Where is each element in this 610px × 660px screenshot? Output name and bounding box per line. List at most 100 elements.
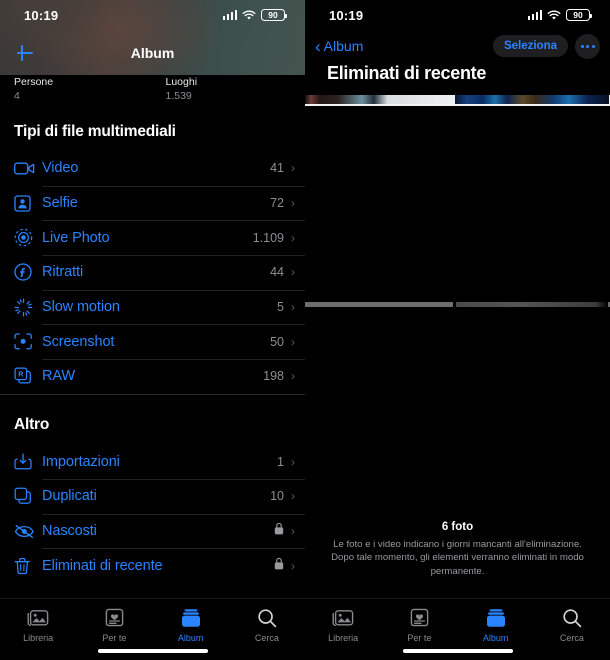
- cellular-bars-icon: [222, 10, 237, 20]
- chevron-left-icon: ‹: [315, 36, 321, 56]
- footer-description: Le foto e i video indicano i giorni manc…: [331, 538, 584, 577]
- tab-per-te[interactable]: Per te: [76, 606, 152, 643]
- section-header-media-types: Tipi di file multimediali: [14, 123, 176, 140]
- chevron-right-icon: ›: [291, 524, 295, 539]
- back-label: Album: [323, 38, 364, 54]
- photo-library-icon: [332, 606, 354, 629]
- select-button[interactable]: Seleziona: [492, 35, 568, 57]
- tab-album[interactable]: Album: [153, 606, 229, 643]
- photo-thumbnail[interactable]: [305, 95, 455, 104]
- chevron-right-icon: ›: [291, 265, 295, 280]
- chevron-right-icon: ›: [291, 489, 295, 504]
- tab-label: Libreria: [328, 633, 359, 643]
- video-camera-icon: [14, 157, 40, 179]
- album-count: 198: [263, 369, 284, 384]
- album-label: Ritratti: [42, 264, 84, 281]
- person-portrait-icon: [14, 192, 40, 214]
- tab-label: Album: [177, 633, 204, 643]
- battery-icon: 90: [261, 9, 287, 21]
- tab-album[interactable]: Album: [458, 606, 534, 643]
- tab-label: Per te: [102, 633, 127, 643]
- wifi-icon: [547, 10, 561, 20]
- cellular-bars-icon: [527, 10, 542, 20]
- home-indicator[interactable]: [402, 648, 513, 653]
- home-indicator[interactable]: [97, 648, 208, 653]
- photo-thumbnail[interactable]: [455, 95, 609, 104]
- album-count: 5: [277, 300, 284, 315]
- chevron-right-icon: ›: [291, 300, 295, 315]
- tab-bar: Libreria Per te Album Cerca: [305, 598, 610, 660]
- tab-cerca[interactable]: Cerca: [229, 606, 305, 643]
- chevron-right-icon: ›: [291, 334, 295, 349]
- battery-icon: 90: [566, 9, 592, 21]
- tab-bar: Libreria Per te Album Cerca: [0, 598, 305, 660]
- battery-level: 90: [573, 10, 583, 20]
- tab-label: Libreria: [23, 633, 54, 643]
- album-row-duplicati[interactable]: Duplicati 10 ›: [0, 479, 305, 514]
- quick-album-luoghi[interactable]: Luoghi 1.539: [166, 75, 306, 109]
- raw-icon: R: [14, 365, 40, 387]
- tab-label: Album: [482, 633, 509, 643]
- screenshot-icon: [14, 331, 40, 353]
- recently-deleted-footer: 6 foto Le foto e i video indicano i gior…: [305, 521, 610, 579]
- chevron-right-icon: ›: [291, 558, 295, 573]
- album-label: Slow motion: [42, 299, 120, 316]
- album-row-selfie[interactable]: Selfie 72 ›: [0, 185, 305, 221]
- album-count: 1.109: [252, 230, 284, 245]
- separator-segment: [305, 302, 453, 307]
- tab-libreria[interactable]: Libreria: [305, 606, 381, 643]
- album-row-eliminati-di-recente[interactable]: Eliminati di recente ›: [0, 548, 305, 583]
- chevron-right-icon: ›: [291, 196, 295, 211]
- album-row-live-photo[interactable]: Live Photo 1.109 ›: [0, 220, 305, 255]
- tab-label: Cerca: [559, 633, 584, 643]
- tab-cerca[interactable]: Cerca: [534, 606, 610, 643]
- left-screen-albums: 10:19 90 Album Persone 4 Luoghi 1.539 Ti…: [0, 0, 305, 660]
- album-row-video[interactable]: Video 41 ›: [0, 151, 305, 186]
- tab-per-te[interactable]: Per te: [381, 606, 457, 643]
- status-bar-indicators: 90: [527, 9, 592, 21]
- plus-icon[interactable]: [14, 42, 36, 64]
- album-row-slow-motion[interactable]: Slow motion 5 ›: [0, 289, 305, 325]
- section-header-altro: Altro: [14, 416, 50, 434]
- album-label: Screenshot: [42, 333, 115, 350]
- status-bar-time: 10:19: [329, 7, 364, 23]
- lock-icon: [274, 522, 284, 540]
- photo-count: 6 foto: [441, 520, 474, 533]
- quick-albums-strip: Persone 4 Luoghi 1.539: [0, 75, 305, 109]
- album-label: Selfie: [42, 195, 78, 212]
- for-you-icon: [105, 606, 124, 629]
- wifi-icon: [242, 10, 256, 20]
- quick-album-persone[interactable]: Persone 4: [14, 75, 154, 109]
- album-label: Eliminati di recente: [42, 557, 163, 574]
- trash-icon: [14, 555, 40, 577]
- dual-screenshot-container: 10:19 90 Album Persone 4 Luoghi 1.539 Ti…: [0, 0, 610, 660]
- tab-libreria[interactable]: Libreria: [0, 606, 76, 643]
- album-count: 41: [270, 161, 284, 176]
- back-button[interactable]: ‹ Album: [315, 38, 363, 55]
- album-row-screenshot[interactable]: Screenshot 50 ›: [0, 324, 305, 359]
- duplicate-icon: [14, 485, 40, 507]
- ellipsis-icon[interactable]: [575, 33, 600, 59]
- album-label: Nascosti: [42, 523, 97, 540]
- svg-text:R: R: [18, 370, 24, 379]
- search-icon: [562, 606, 582, 629]
- tab-label: Per te: [407, 633, 432, 643]
- chevron-right-icon: ›: [291, 454, 295, 469]
- status-bar: 10:19 90: [305, 0, 610, 30]
- album-row-nascosti[interactable]: Nascosti ›: [0, 513, 305, 549]
- lock-icon: [274, 557, 284, 575]
- album-label: Importazioni: [42, 453, 120, 470]
- albums-icon: [181, 606, 201, 629]
- battery-level: 90: [268, 10, 278, 20]
- photo-grid-strip-second-row[interactable]: [305, 104, 610, 106]
- quick-album-label: Persone: [14, 76, 54, 88]
- import-icon: [14, 451, 40, 473]
- photo-grid-strip[interactable]: [305, 95, 610, 104]
- chevron-right-icon: ›: [291, 369, 295, 384]
- album-count: 10: [270, 489, 284, 504]
- status-bar: 10:19 90: [0, 0, 305, 30]
- album-count: 72: [270, 196, 284, 211]
- album-row-ritratti[interactable]: Ritratti 44 ›: [0, 255, 305, 290]
- album-row-importazioni[interactable]: Importazioni 1 ›: [0, 444, 305, 479]
- album-row-raw[interactable]: R RAW 198 ›: [0, 359, 305, 394]
